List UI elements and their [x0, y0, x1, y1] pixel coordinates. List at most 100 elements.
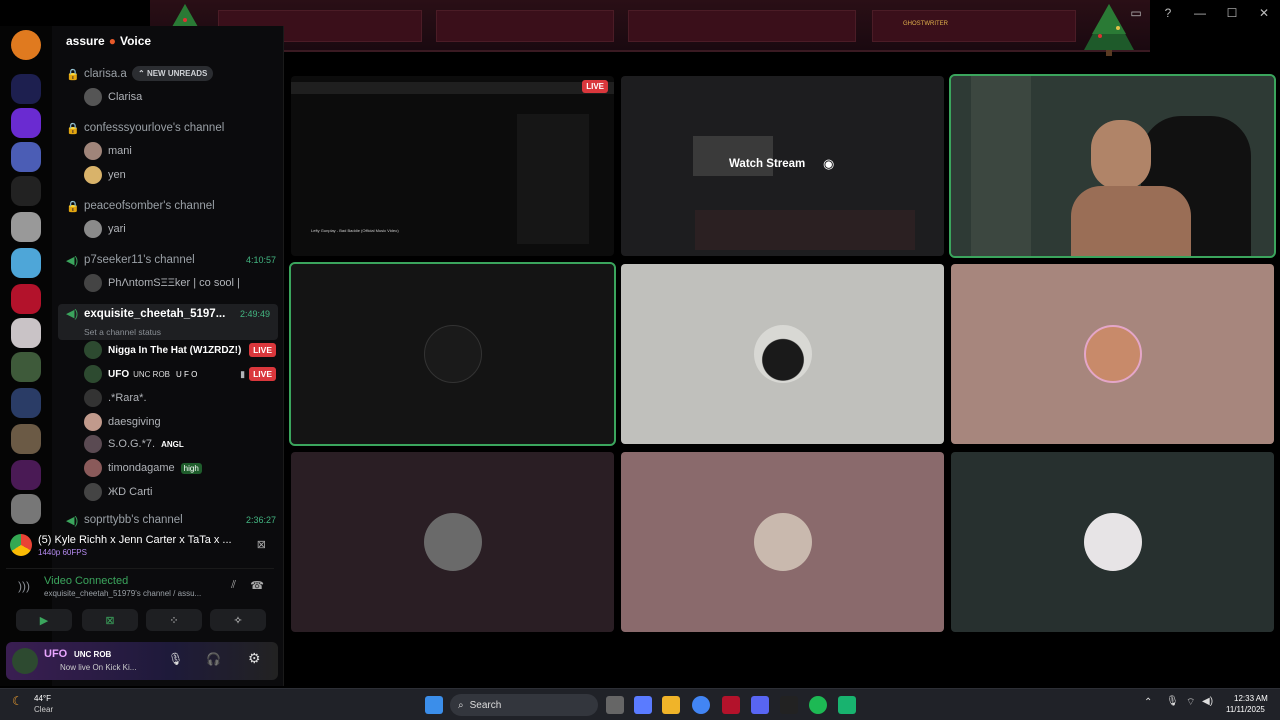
new-unreads-label: NEW UNREADS: [146, 69, 208, 78]
audio-app-icon[interactable]: [780, 696, 798, 714]
camera-icon: ▮: [240, 368, 246, 379]
disconnect-icon[interactable]: ☎: [250, 579, 264, 592]
guild-header[interactable]: assure ● Voice: [52, 26, 284, 56]
member-item[interactable]: timondagame high: [52, 458, 284, 478]
noise-suppression-icon[interactable]: ⫽: [231, 579, 236, 592]
settings-icon[interactable]: ⚙: [248, 650, 261, 667]
stream-tile-screenshare[interactable]: Lefty Gunplay - Bad Baddie (Official Mus…: [291, 76, 614, 256]
channel-status[interactable]: Set a channel status: [58, 327, 278, 337]
app-icon[interactable]: [722, 696, 740, 714]
soundboard-button[interactable]: ✧: [210, 609, 266, 631]
channel-item[interactable]: ◀) p7seeker11's channel 4:10:57: [52, 252, 284, 268]
volume-icon[interactable]: ◀): [1202, 696, 1213, 707]
screen-share-button[interactable]: ⊠: [82, 609, 138, 631]
preview-thumb: [693, 136, 773, 176]
channel-item[interactable]: 🔒 confesssyourlove's channel: [52, 120, 284, 136]
member-name: PhΛntomSΞΞker | co sool |: [108, 277, 240, 289]
server-icon[interactable]: [11, 212, 41, 242]
member-name: Nigga In The Hat (W1ZRDZ!): [108, 344, 242, 356]
headphones-icon[interactable]: 🎧: [206, 652, 221, 666]
member-item[interactable]: yari: [52, 220, 284, 238]
clock-date[interactable]: 11/11/2025: [1226, 705, 1265, 714]
server-icon[interactable]: [11, 176, 41, 206]
task-view-icon[interactable]: [606, 696, 624, 714]
voice-tile[interactable]: [621, 452, 944, 632]
help-icon[interactable]: ?: [1152, 0, 1184, 26]
channel-item[interactable]: ◀) soprttybb's channel 2:36:27: [52, 512, 284, 528]
stream-tile-preview[interactable]: Watch Stream ◉: [621, 76, 944, 256]
close-button[interactable]: ✕: [1248, 0, 1280, 26]
member-item[interactable]: mani: [52, 142, 284, 160]
channel-timer: 4:10:57: [245, 255, 276, 265]
live-badge: LIVE: [249, 343, 276, 357]
chrome-icon[interactable]: [692, 696, 710, 714]
avatar: [84, 483, 102, 501]
member-item[interactable]: .*Rara*.: [52, 388, 284, 408]
server-icon[interactable]: [11, 284, 41, 314]
user-panel[interactable]: UFO UNC ROB Now live On Kick Ki... 🎙 🎧 ⚙: [6, 642, 278, 680]
server-icon[interactable]: [11, 318, 41, 348]
inbox-icon[interactable]: ▭: [1120, 0, 1152, 26]
spotify-icon[interactable]: [809, 696, 827, 714]
windows-taskbar: ☾ 44°F Clear ⌕ Search ⌃ 🎙 ⌔ ◀) 12:33 AM …: [0, 688, 1280, 720]
member-item[interactable]: yen: [52, 166, 284, 184]
video-title: Lefty Gunplay - Bad Baddie (Official Mus…: [311, 228, 399, 233]
activity-panel[interactable]: (5) Kyle Richh x Jenn Carter x TaTa x ..…: [6, 528, 274, 562]
user-name: UFO: [44, 648, 68, 660]
voice-tile[interactable]: [291, 452, 614, 632]
member-item[interactable]: Nigga In The Hat (W1ZRDZ!) LIVE: [52, 340, 284, 360]
file-explorer-icon[interactable]: [662, 696, 680, 714]
discord-icon[interactable]: [751, 696, 769, 714]
weather-icon: ☾: [12, 694, 23, 708]
wifi-icon[interactable]: ⌔: [1186, 696, 1195, 709]
server-icon[interactable]: [11, 352, 41, 382]
camera-button[interactable]: ▶: [16, 609, 72, 631]
avatar: [1083, 325, 1142, 383]
server-icon[interactable]: [11, 108, 41, 138]
camera-tile[interactable]: [949, 74, 1276, 258]
voice-tile[interactable]: [951, 264, 1274, 444]
server-icon[interactable]: [11, 424, 41, 454]
member-item[interactable]: UFO UNC ROB U F O ▮ LIVE: [52, 364, 284, 384]
server-icon[interactable]: [11, 460, 41, 490]
voice-connection-panel: ))) Video Connected exquisite_cheetah_51…: [6, 568, 274, 638]
copilot-icon[interactable]: [634, 696, 652, 714]
server-icon[interactable]: [11, 388, 41, 418]
microphone-icon[interactable]: 🎙: [168, 652, 183, 666]
microphone-icon[interactable]: 🎙: [1166, 696, 1179, 707]
member-item[interactable]: ЖD Carti: [52, 482, 284, 502]
server-icon[interactable]: [11, 494, 41, 524]
voice-tile[interactable]: [289, 262, 616, 446]
weather-temp[interactable]: 44°F: [34, 694, 51, 703]
channel-item-active[interactable]: ◀) exquisite_cheetah_5197... 2:49:49 Set…: [58, 304, 278, 340]
kick-icon[interactable]: [838, 696, 856, 714]
direct-messages-icon[interactable]: [11, 74, 41, 104]
activities-button[interactable]: ⁘: [146, 609, 202, 631]
watch-stream-icon[interactable]: ◉: [823, 156, 834, 172]
speaker-icon: ◀): [66, 308, 79, 321]
chevron-up-icon[interactable]: ⌃: [1144, 697, 1152, 708]
start-icon[interactable]: [425, 696, 443, 714]
member-item[interactable]: Clarisa: [52, 88, 284, 106]
new-unreads-pill[interactable]: ⌃ NEW UNREADS: [132, 66, 214, 81]
voice-tile[interactable]: [621, 264, 944, 444]
server-icon[interactable]: [11, 30, 41, 60]
avatar: [84, 365, 102, 383]
avatar: [84, 220, 102, 238]
server-icon[interactable]: [11, 248, 41, 278]
member-item[interactable]: S.O.G.*7. ANGL: [52, 434, 284, 454]
stop-stream-icon[interactable]: ⊠: [257, 538, 266, 551]
watch-stream-button[interactable]: Watch Stream: [729, 158, 805, 170]
speaker-icon: ◀): [66, 254, 79, 267]
member-item[interactable]: PhΛntomSΞΞker | co sool |: [52, 274, 284, 292]
server-icon[interactable]: [11, 142, 41, 172]
channel-item[interactable]: 🔒 peaceofsomber's channel: [52, 198, 284, 214]
voice-location[interactable]: exquisite_cheetah_51979's channel / assu…: [44, 589, 201, 598]
maximize-button[interactable]: ☐: [1216, 0, 1248, 26]
minimize-button[interactable]: —: [1184, 0, 1216, 26]
member-item[interactable]: daesgiving: [52, 412, 284, 432]
weather-condition[interactable]: Clear: [34, 705, 53, 714]
clock-time[interactable]: 12:33 AM: [1234, 694, 1268, 703]
voice-tile[interactable]: [951, 452, 1274, 632]
taskbar-search[interactable]: ⌕ Search: [450, 694, 598, 716]
